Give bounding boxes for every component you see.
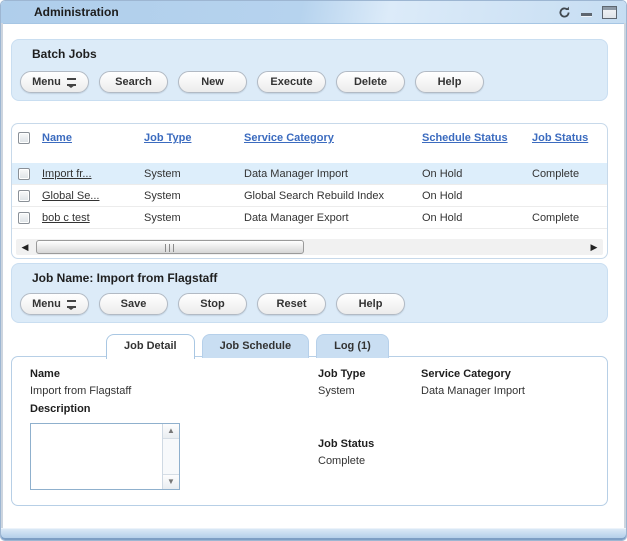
- schedule-status-cell: On Hold: [422, 212, 532, 224]
- scroll-down-arrow-icon[interactable]: ▼: [163, 474, 179, 489]
- service-category-cell: Data Manager Import: [244, 168, 422, 180]
- execute-button[interactable]: Execute: [257, 71, 326, 93]
- job-panel-button-row: Menu Save Stop Reset Help: [20, 293, 405, 315]
- job-status-cell: Complete: [532, 212, 607, 224]
- tab-job-detail[interactable]: Job Detail: [106, 334, 195, 359]
- column-header-service-category[interactable]: Service Category: [244, 132, 422, 144]
- table-row[interactable]: Import fr... System Data Manager Import …: [12, 163, 607, 185]
- stop-button[interactable]: Stop: [178, 293, 247, 315]
- description-scrollbar[interactable]: ▲ ▼: [162, 424, 179, 489]
- help-button[interactable]: Help: [336, 293, 405, 315]
- row-checkbox[interactable]: [18, 212, 30, 224]
- job-name-panel: Job Name: Import from Flagstaff Menu Sav…: [11, 263, 608, 323]
- column-header-job-status[interactable]: Job Status: [532, 132, 607, 144]
- service-category-value: Data Manager Import: [421, 385, 525, 397]
- column-header-schedule-status[interactable]: Schedule Status: [422, 132, 532, 144]
- scroll-up-arrow-icon[interactable]: ▲: [163, 424, 179, 439]
- job-type-value: System: [318, 385, 355, 397]
- horizontal-scrollbar[interactable]: ◀ ▶: [16, 239, 603, 255]
- jobs-table: Name Job Type Service Category Schedule …: [11, 123, 608, 259]
- batch-jobs-button-row: Menu Search New Execute Delete Help: [20, 71, 484, 93]
- reset-button[interactable]: Reset: [257, 293, 326, 315]
- scroll-right-arrow-icon[interactable]: ▶: [587, 240, 601, 254]
- menu-button-label: Menu: [32, 298, 61, 310]
- job-status-value: Complete: [318, 455, 365, 467]
- column-header-job-type[interactable]: Job Type: [144, 132, 244, 144]
- window-left-border: [1, 23, 3, 529]
- scroll-left-arrow-icon[interactable]: ◀: [18, 240, 32, 254]
- job-type-cell: System: [144, 168, 244, 180]
- window-bottom-frame: [1, 528, 626, 540]
- job-type-label: Job Type: [318, 368, 365, 380]
- administration-window: Administration Batch Jobs Menu Search Ne…: [0, 0, 627, 541]
- select-all-checkbox[interactable]: [18, 132, 30, 144]
- scrollbar-grip-icon: [165, 244, 176, 252]
- maximize-icon[interactable]: [602, 6, 617, 19]
- service-category-cell: Data Manager Export: [244, 212, 422, 224]
- titlebar-icons: [558, 5, 617, 19]
- description-label: Description: [30, 403, 91, 415]
- menu-button[interactable]: Menu: [20, 71, 89, 93]
- batch-jobs-panel: Batch Jobs Menu Search New Execute Delet…: [11, 39, 608, 101]
- detail-tabs: Job Detail Job Schedule Log (1): [106, 334, 389, 359]
- column-header-name[interactable]: Name: [42, 132, 144, 144]
- job-status-label: Job Status: [318, 438, 374, 450]
- job-type-cell: System: [144, 190, 244, 202]
- batch-jobs-title: Batch Jobs: [32, 47, 97, 61]
- service-category-label: Service Category: [421, 368, 511, 380]
- job-name-panel-title: Job Name: Import from Flagstaff: [32, 271, 217, 285]
- schedule-status-cell: On Hold: [422, 190, 532, 202]
- job-name-link[interactable]: Global Se...: [42, 190, 138, 202]
- job-status-cell: Complete: [532, 168, 607, 180]
- help-button[interactable]: Help: [415, 71, 484, 93]
- scrollbar-thumb[interactable]: [36, 240, 304, 254]
- menu-dropdown-icon: [66, 77, 77, 87]
- service-category-cell: Global Search Rebuild Index: [244, 190, 422, 202]
- menu-dropdown-icon: [66, 299, 77, 309]
- schedule-status-cell: On Hold: [422, 168, 532, 180]
- name-label: Name: [30, 368, 60, 380]
- tab-job-schedule[interactable]: Job Schedule: [202, 334, 310, 358]
- window-title: Administration: [34, 5, 119, 19]
- minimize-icon[interactable]: [581, 6, 592, 18]
- delete-button[interactable]: Delete: [336, 71, 405, 93]
- job-detail-panel: Name Import from Flagstaff Description ▲…: [11, 356, 608, 506]
- job-name-link[interactable]: Import fr...: [42, 168, 138, 180]
- new-button[interactable]: New: [178, 71, 247, 93]
- description-textarea[interactable]: [31, 424, 163, 489]
- jobs-table-header: Name Job Type Service Category Schedule …: [12, 124, 607, 152]
- menu-button[interactable]: Menu: [20, 293, 89, 315]
- description-field: ▲ ▼: [30, 423, 180, 490]
- table-header-spacer: [12, 152, 607, 163]
- window-right-border: [624, 23, 626, 529]
- tab-log[interactable]: Log (1): [316, 334, 389, 358]
- refresh-icon[interactable]: [558, 6, 571, 19]
- menu-button-label: Menu: [32, 76, 61, 88]
- job-type-cell: System: [144, 212, 244, 224]
- table-row[interactable]: Global Se... System Global Search Rebuil…: [12, 185, 607, 207]
- row-checkbox[interactable]: [18, 168, 30, 180]
- titlebar: Administration: [1, 1, 626, 24]
- job-name-link[interactable]: bob c test: [42, 212, 138, 224]
- save-button[interactable]: Save: [99, 293, 168, 315]
- search-button[interactable]: Search: [99, 71, 168, 93]
- name-value: Import from Flagstaff: [30, 385, 131, 397]
- table-row[interactable]: bob c test System Data Manager Export On…: [12, 207, 607, 229]
- row-checkbox[interactable]: [18, 190, 30, 202]
